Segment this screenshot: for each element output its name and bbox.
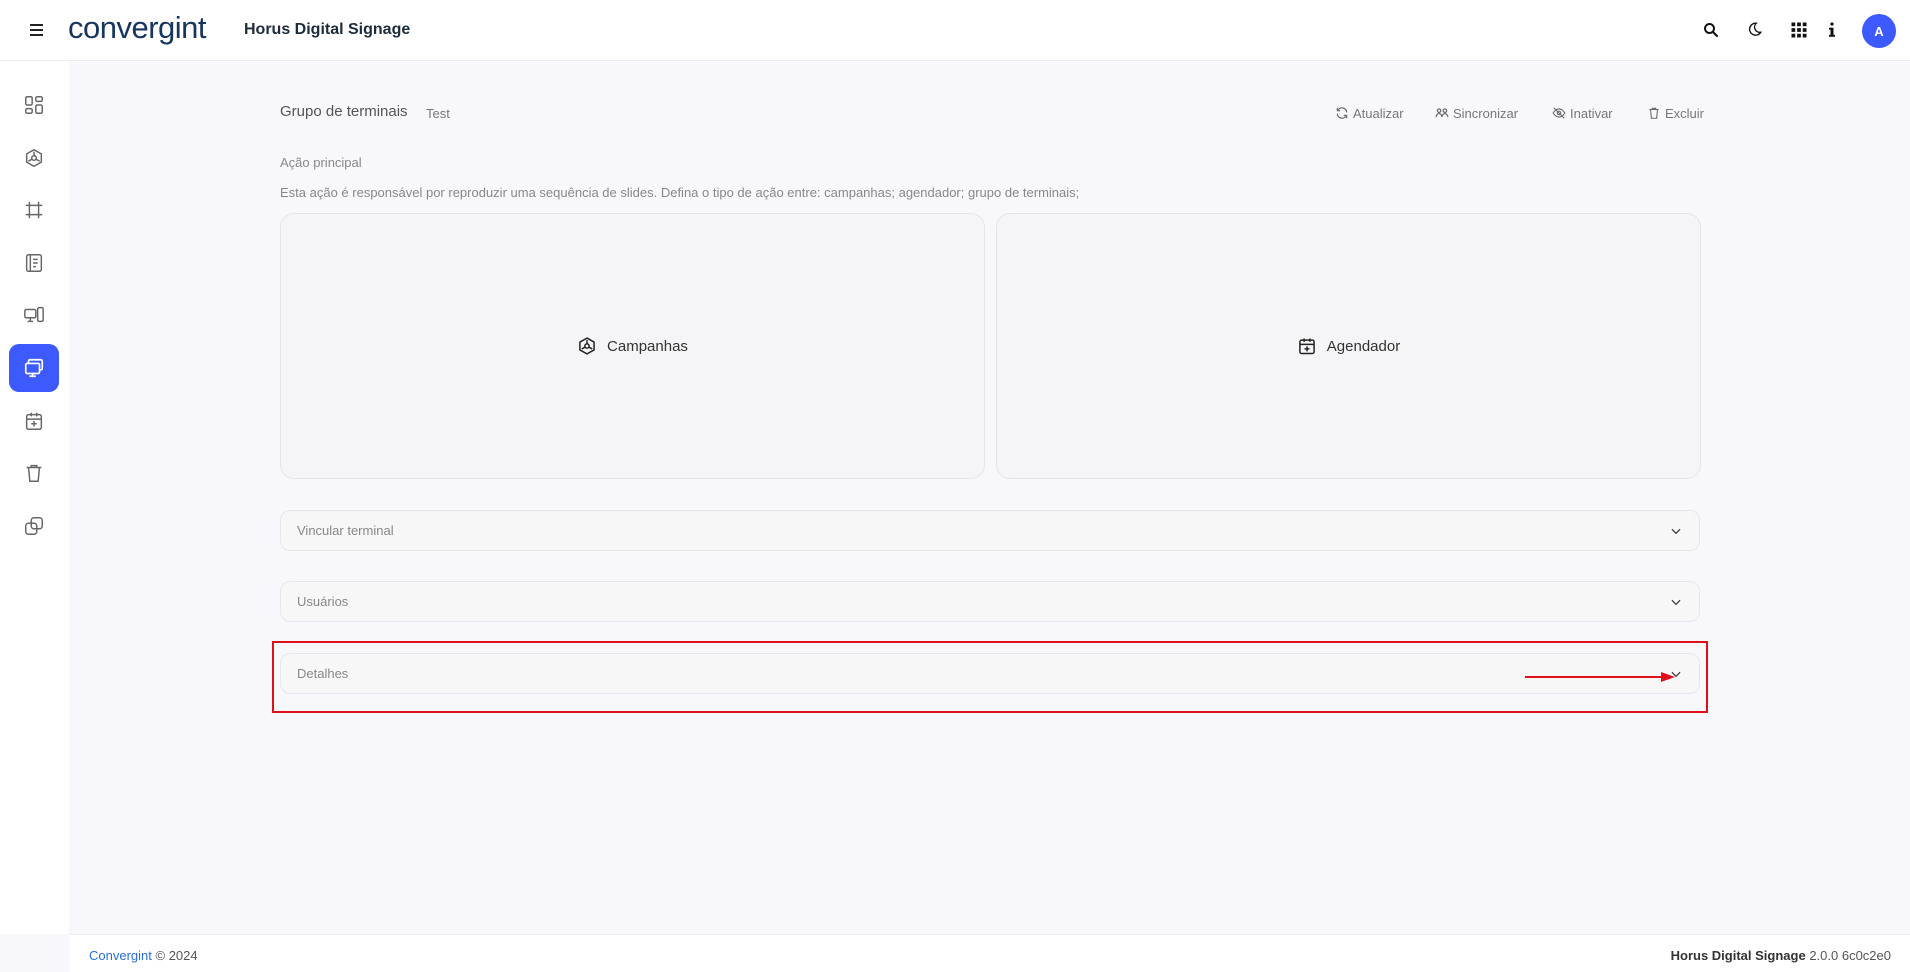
accordion-details[interactable]: Detalhes: [280, 653, 1700, 694]
avatar[interactable]: A: [1862, 14, 1896, 48]
scheduler-label: Agendador: [1326, 337, 1401, 355]
campaigns-label: Campanhas: [607, 337, 688, 355]
scheduler-card[interactable]: Agendador: [996, 213, 1701, 479]
copy-icon: [25, 517, 43, 535]
scheduler-icon: [25, 412, 43, 430]
terminal-group-icon: [24, 358, 44, 378]
moon-icon[interactable]: [1742, 18, 1766, 42]
section-label: Ação principal: [280, 155, 362, 170]
main-content: Grupo de terminais Test Atualizar Sincro…: [69, 61, 1910, 934]
delete-label: Excluir: [1665, 105, 1705, 121]
app-title: Horus Digital Signage: [244, 21, 411, 38]
footer-version: Horus Digital Signage 2.0.0 6c0c2e0: [1671, 948, 1891, 963]
sync-label: Sincronizar: [1453, 105, 1519, 121]
copyright-text: © 2024: [155, 948, 198, 963]
page-subtitle: Test: [426, 106, 450, 121]
content-icon: [25, 254, 43, 272]
footer-copyright: Convergint © 2024: [89, 948, 198, 963]
apps-grid-icon[interactable]: [1787, 18, 1811, 42]
campaign-icon: [25, 148, 43, 168]
delete-button[interactable]: Excluir: [1647, 103, 1704, 123]
accordion-link-terminal[interactable]: Vincular terminal: [280, 510, 1700, 551]
chevron-down-icon: [1671, 528, 1681, 534]
menu-icon[interactable]: [26, 18, 48, 42]
campaigns-card[interactable]: Campanhas: [280, 213, 985, 479]
footer: Convergint © 2024 Horus Digital Signage …: [69, 934, 1910, 972]
refresh-label: Atualizar: [1353, 105, 1404, 121]
accordion-label: Detalhes: [297, 666, 349, 681]
eye-off-icon: [1552, 107, 1566, 119]
accordion-label: Vincular terminal: [297, 523, 394, 538]
logo: convergint: [68, 10, 207, 45]
refresh-button[interactable]: Atualizar: [1335, 103, 1404, 123]
search-icon[interactable]: [1699, 18, 1723, 42]
sidebar-item-content[interactable]: [9, 239, 59, 287]
page-title: Grupo de terminais: [280, 103, 408, 120]
calendar-plus-icon: [1298, 338, 1315, 355]
version-text: 2.0.0 6c0c2e0: [1809, 948, 1891, 963]
sidebar-item-terminal-groups[interactable]: [9, 344, 59, 392]
chevron-down-icon: [1671, 671, 1681, 677]
dashboard-icon: [25, 96, 43, 114]
campaign-icon: [579, 337, 595, 355]
refresh-icon: [1336, 107, 1348, 119]
sidebar-item-duplicate[interactable]: [9, 502, 59, 550]
info-icon[interactable]: [1820, 18, 1844, 42]
sidebar-item-devices[interactable]: [9, 291, 59, 339]
deactivate-label: Inativar: [1570, 105, 1613, 121]
users-sync-icon: [1435, 108, 1449, 118]
footer-brand-link[interactable]: Convergint: [89, 948, 152, 963]
top-header: convergint Horus Digital Signage A: [0, 0, 1910, 61]
section-description: Esta ação é responsável por reproduzir u…: [280, 185, 1080, 200]
trash-icon: [1649, 107, 1659, 119]
accordion-label: Usuários: [297, 594, 349, 609]
devices-icon: [24, 306, 44, 323]
chevron-down-icon: [1671, 599, 1681, 605]
footer-product: Horus Digital Signage: [1670, 948, 1806, 963]
sidebar-item-frames[interactable]: [9, 186, 59, 234]
deactivate-button[interactable]: Inativar: [1552, 103, 1613, 123]
sidebar: [0, 61, 69, 934]
sidebar-item-scheduler[interactable]: [9, 397, 59, 445]
sidebar-item-dashboard[interactable]: [9, 81, 59, 129]
sidebar-item-campaigns[interactable]: [9, 134, 59, 182]
sync-button[interactable]: Sincronizar: [1435, 103, 1518, 123]
trash-icon: [26, 464, 42, 482]
frame-icon: [25, 201, 43, 219]
sidebar-item-trash[interactable]: [9, 449, 59, 497]
accordion-users[interactable]: Usuários: [280, 581, 1700, 622]
